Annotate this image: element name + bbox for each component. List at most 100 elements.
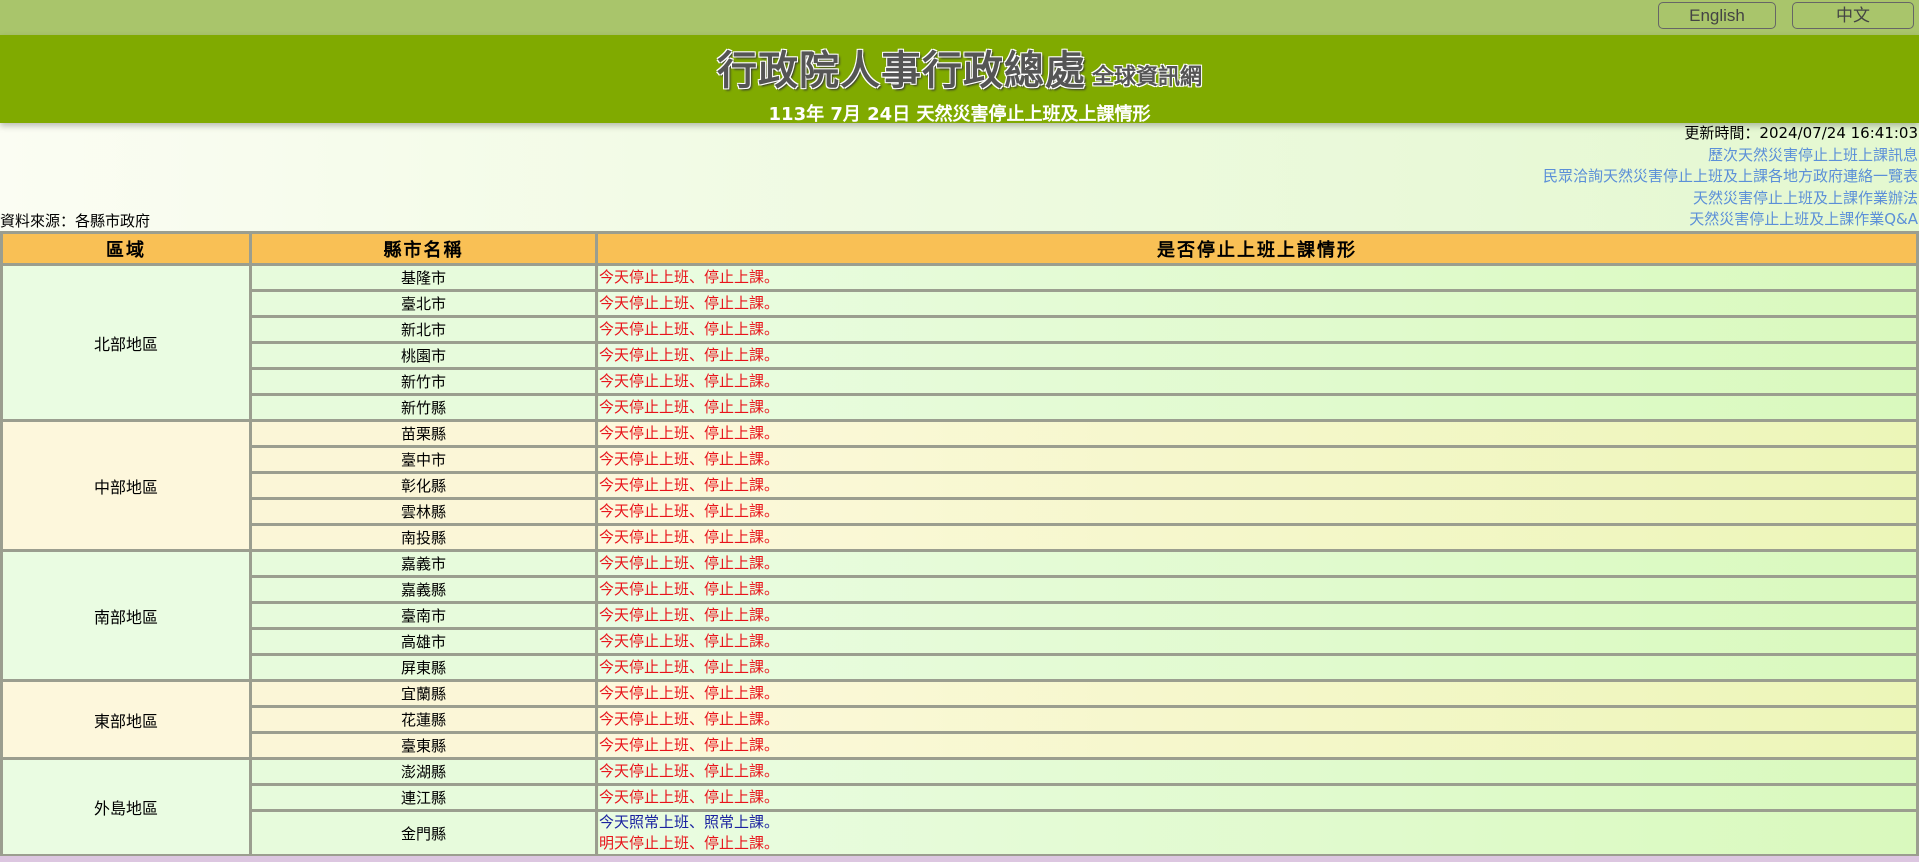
county-cell: 南投縣 [249, 523, 598, 552]
info-panel: 更新時間：2024/07/24 16:41:03 歷次天然災害停止上班上課訊息 … [1543, 123, 1918, 231]
table-row: 連江縣 今天停止上班、停止上課。 [2, 783, 1919, 812]
update-time: 更新時間：2024/07/24 16:41:03 [1684, 124, 1918, 142]
region-cell: 外島地區 [0, 757, 252, 857]
faq-link[interactable]: 天然災害停止上班及上課作業Q&A [1543, 209, 1918, 231]
status-text: 今天停止上班、停止上課。 [599, 736, 780, 754]
county-cell: 嘉義縣 [249, 575, 598, 604]
county-cell: 臺北市 [249, 289, 598, 318]
status-text: 今天停止上班、停止上課。 [599, 476, 780, 494]
status-text: 今天停止上班、停止上課。 [599, 580, 780, 598]
status-text: 今天停止上班、停止上課。 [599, 372, 780, 390]
region-cell: 中部地區 [0, 419, 252, 552]
county-cell: 花蓮縣 [249, 705, 598, 734]
table-row: 東部地區 宜蘭縣 今天停止上班、停止上課。 [0, 679, 1919, 760]
county-cell: 臺南市 [249, 601, 598, 630]
status-text: 今天停止上班、停止上課。 [599, 684, 780, 702]
english-button[interactable]: English [1658, 2, 1776, 29]
county-cell: 雲林縣 [249, 497, 598, 526]
table-row: 新竹縣 今天停止上班、停止上課。 [2, 393, 1919, 422]
table-row: 臺東縣 今天停止上班、停止上課。 [2, 731, 1919, 760]
region-cell: 北部地區 [0, 263, 252, 422]
status-cell: 今天停止上班、停止上課。 [595, 731, 1919, 760]
status-cell: 今天停止上班、停止上課。 [595, 653, 1919, 682]
table-header-row: 區域 縣市名稱 是否停止上班上課情形 [0, 231, 1919, 266]
table-row: 南部地區 嘉義市 今天停止上班、停止上課。 [0, 549, 1919, 682]
status-cell: 今天停止上班、停止上課。 [595, 289, 1919, 318]
site-title-sub: 全球資訊網 [1091, 65, 1202, 90]
table-row: 彰化縣 今天停止上班、停止上課。 [2, 471, 1919, 500]
table-row: 雲林縣 今天停止上班、停止上課。 [2, 497, 1919, 526]
status-cell: 今天停止上班、停止上課。 [595, 367, 1919, 396]
county-cell: 屏東縣 [249, 653, 598, 682]
status-text: 今天停止上班、停止上課。 [599, 554, 780, 572]
status-cell: 今天停止上班、停止上課。 [595, 601, 1919, 630]
top-bar: English 中文 [0, 0, 1919, 35]
status-text: 今天停止上班、停止上課。 [599, 528, 780, 546]
table-row: 臺中市 今天停止上班、停止上課。 [2, 445, 1919, 474]
status-text: 今天停止上班、停止上課。 [599, 294, 780, 312]
table-row: 屏東縣 今天停止上班、停止上課。 [2, 653, 1919, 682]
status-table: 區域 縣市名稱 是否停止上班上課情形 北部地區 基隆市 今天停止上班、停止上課。 臺北… [0, 231, 1919, 857]
region-cell: 南部地區 [0, 549, 252, 682]
status-cell: 今天停止上班、停止上課。 [595, 263, 1919, 292]
county-cell: 臺東縣 [249, 731, 598, 760]
county-cell: 基隆市 [249, 263, 598, 292]
table-row: 新北市 今天停止上班、停止上課。 [2, 315, 1919, 344]
county-cell: 宜蘭縣 [249, 679, 598, 708]
bottom-strip [0, 856, 1919, 862]
site-title: 行政院人事行政總處 全球資訊網 [0, 38, 1919, 96]
status-text: 今天停止上班、停止上課。 [599, 398, 780, 416]
table-row: 金門縣 今天照常上班、照常上課。 明天停止上班、停止上課。 [2, 809, 1919, 857]
table-row: 花蓮縣 今天停止上班、停止上課。 [2, 705, 1919, 734]
status-text: 今天停止上班、停止上課。 [599, 658, 780, 676]
status-cell: 今天停止上班、停止上課。 [595, 341, 1919, 370]
county-cell: 金門縣 [249, 809, 598, 857]
status-text: 明天停止上班、停止上課。 [599, 834, 780, 852]
county-cell: 澎湖縣 [249, 757, 598, 786]
table-row: 新竹市 今天停止上班、停止上課。 [2, 367, 1919, 396]
site-title-main: 行政院人事行政總處 [716, 48, 1086, 94]
regulations-link[interactable]: 天然災害停止上班及上課作業辦法 [1543, 188, 1918, 210]
county-cell: 高雄市 [249, 627, 598, 656]
table-row: 臺北市 今天停止上班、停止上課。 [2, 289, 1919, 318]
status-cell: 今天停止上班、停止上課。 [595, 705, 1919, 734]
chinese-button[interactable]: 中文 [1792, 2, 1914, 29]
table-row: 外島地區 澎湖縣 今天停止上班、停止上課。 [0, 757, 1919, 857]
status-cell: 今天停止上班、停止上課。 [595, 419, 1919, 448]
table-row: 南投縣 今天停止上班、停止上課。 [2, 523, 1919, 552]
status-cell: 今天停止上班、停止上課。 [595, 523, 1919, 552]
status-cell: 今天停止上班、停止上課。 [595, 783, 1919, 812]
history-link[interactable]: 歷次天然災害停止上班上課訊息 [1543, 145, 1918, 167]
status-cell: 今天停止上班、停止上課。 [595, 549, 1919, 578]
status-cell: 今天停止上班、停止上課。 [595, 757, 1919, 786]
status-cell: 今天照常上班、照常上課。 明天停止上班、停止上課。 [595, 809, 1919, 857]
status-cell: 今天停止上班、停止上課。 [595, 315, 1919, 344]
county-cell: 彰化縣 [249, 471, 598, 500]
status-text: 今天停止上班、停止上課。 [599, 424, 780, 442]
table-row: 嘉義縣 今天停止上班、停止上課。 [2, 575, 1919, 604]
header-county: 縣市名稱 [249, 231, 598, 266]
table-row: 中部地區 苗栗縣 今天停止上班、停止上課。 [0, 419, 1919, 552]
status-text: 今天停止上班、停止上課。 [599, 762, 780, 780]
status-text: 今天停止上班、停止上課。 [599, 788, 780, 806]
county-cell: 嘉義市 [249, 549, 598, 578]
table-row: 臺南市 今天停止上班、停止上課。 [2, 601, 1919, 630]
table-row: 北部地區 基隆市 今天停止上班、停止上課。 [0, 263, 1919, 422]
status-text: 今天停止上班、停止上課。 [599, 606, 780, 624]
county-cell: 連江縣 [249, 783, 598, 812]
status-text: 今天停止上班、停止上課。 [599, 502, 780, 520]
data-source: 資料來源：各縣市政府 [0, 212, 151, 230]
header-region: 區域 [0, 231, 252, 266]
contact-list-link[interactable]: 民眾洽詢天然災害停止上班及上課各地方政府連絡一覽表 [1543, 166, 1918, 188]
header-status: 是否停止上班上課情形 [595, 231, 1919, 266]
county-cell: 苗栗縣 [249, 419, 598, 448]
status-cell: 今天停止上班、停止上課。 [595, 575, 1919, 604]
county-cell: 新北市 [249, 315, 598, 344]
status-cell: 今天停止上班、停止上課。 [595, 627, 1919, 656]
county-cell: 臺中市 [249, 445, 598, 474]
status-cell: 今天停止上班、停止上課。 [595, 393, 1919, 422]
county-cell: 桃園市 [249, 341, 598, 370]
banner: 行政院人事行政總處 全球資訊網 113年 7月 24日 天然災害停止上班及上課情形 [0, 35, 1919, 125]
status-cell: 今天停止上班、停止上課。 [595, 497, 1919, 526]
status-text: 今天照常上班、照常上課。 [599, 813, 780, 831]
